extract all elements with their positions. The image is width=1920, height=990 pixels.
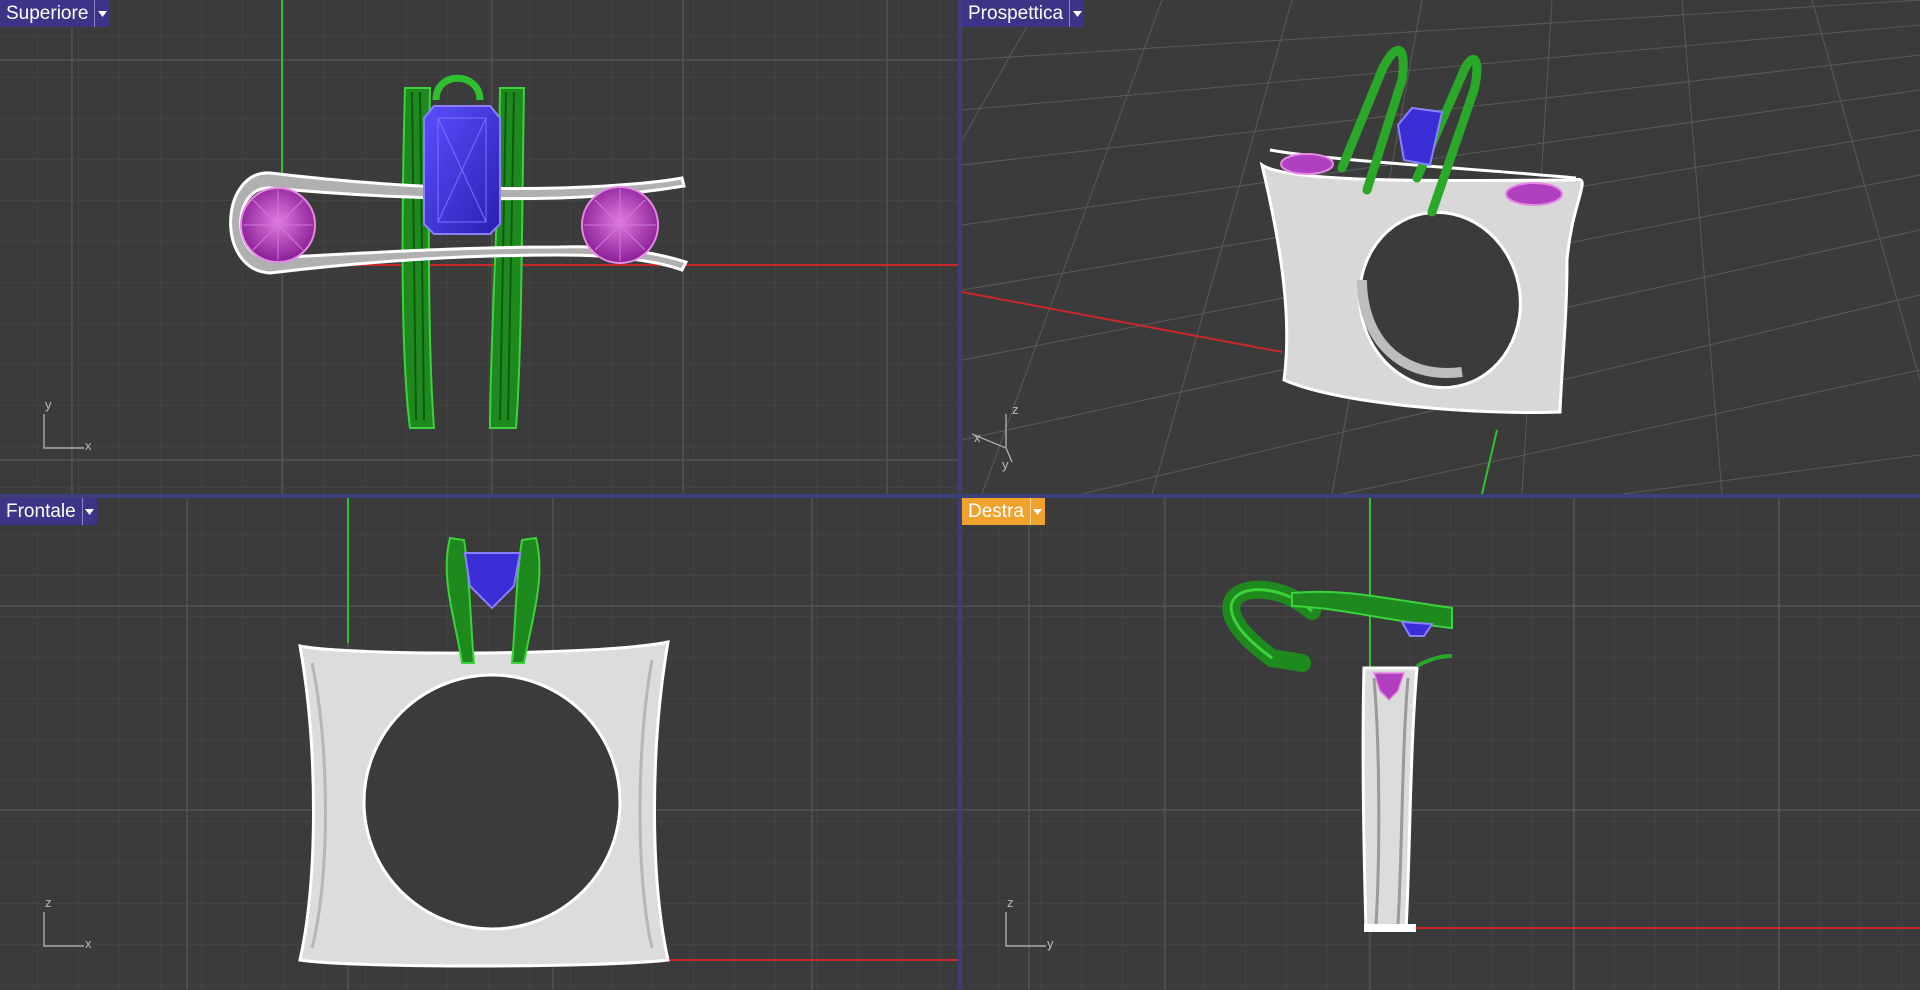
- viewport-title[interactable]: Prospettica: [962, 0, 1069, 27]
- viewport-title[interactable]: Frontale: [0, 498, 82, 525]
- center-stone: [423, 105, 501, 235]
- viewport-divider-vertical[interactable]: [958, 0, 962, 990]
- chevron-down-icon[interactable]: [81, 498, 97, 525]
- side-stone-right: [1505, 182, 1563, 206]
- ring-body: [298, 640, 670, 968]
- viewport-front[interactable]: z x Frontale: [0, 498, 958, 990]
- viewport-tab-perspective[interactable]: Prospettica: [962, 0, 1085, 27]
- grid: [962, 498, 1920, 990]
- axis-label-horizontal: x: [85, 936, 92, 951]
- axis-label-b: x: [974, 430, 981, 445]
- axis-label-a: z: [1012, 402, 1019, 417]
- top-view-canvas[interactable]: [0, 0, 958, 494]
- axis-label-vertical: y: [45, 397, 52, 412]
- axis-label-horizontal: x: [85, 438, 92, 453]
- viewport-title[interactable]: Superiore: [0, 0, 94, 27]
- chevron-down-icon[interactable]: [1029, 498, 1045, 525]
- chevron-down-icon[interactable]: [94, 0, 109, 27]
- chevron-down-icon[interactable]: [1069, 0, 1084, 27]
- viewport-tab-right[interactable]: Destra: [962, 498, 1045, 525]
- axis-label-c: y: [1002, 457, 1009, 472]
- perspective-view-canvas[interactable]: [962, 0, 1920, 494]
- front-view-canvas[interactable]: [0, 498, 958, 990]
- axis-label-horizontal: y: [1047, 936, 1054, 951]
- viewport-top[interactable]: y x Superiore: [0, 0, 958, 494]
- viewport-perspective[interactable]: z x y Prospettica: [962, 0, 1920, 494]
- ring-body: [1361, 666, 1419, 932]
- viewport-right[interactable]: z y Destra: [962, 498, 1920, 990]
- side-stone-left: [1280, 153, 1334, 175]
- axis-label-vertical: z: [1007, 895, 1014, 910]
- viewport-title[interactable]: Destra: [962, 498, 1030, 525]
- viewport-tab-front[interactable]: Frontale: [0, 498, 97, 525]
- axis-label-vertical: z: [45, 895, 52, 910]
- viewport-tab-top[interactable]: Superiore: [0, 0, 110, 27]
- right-view-canvas[interactable]: [962, 498, 1920, 990]
